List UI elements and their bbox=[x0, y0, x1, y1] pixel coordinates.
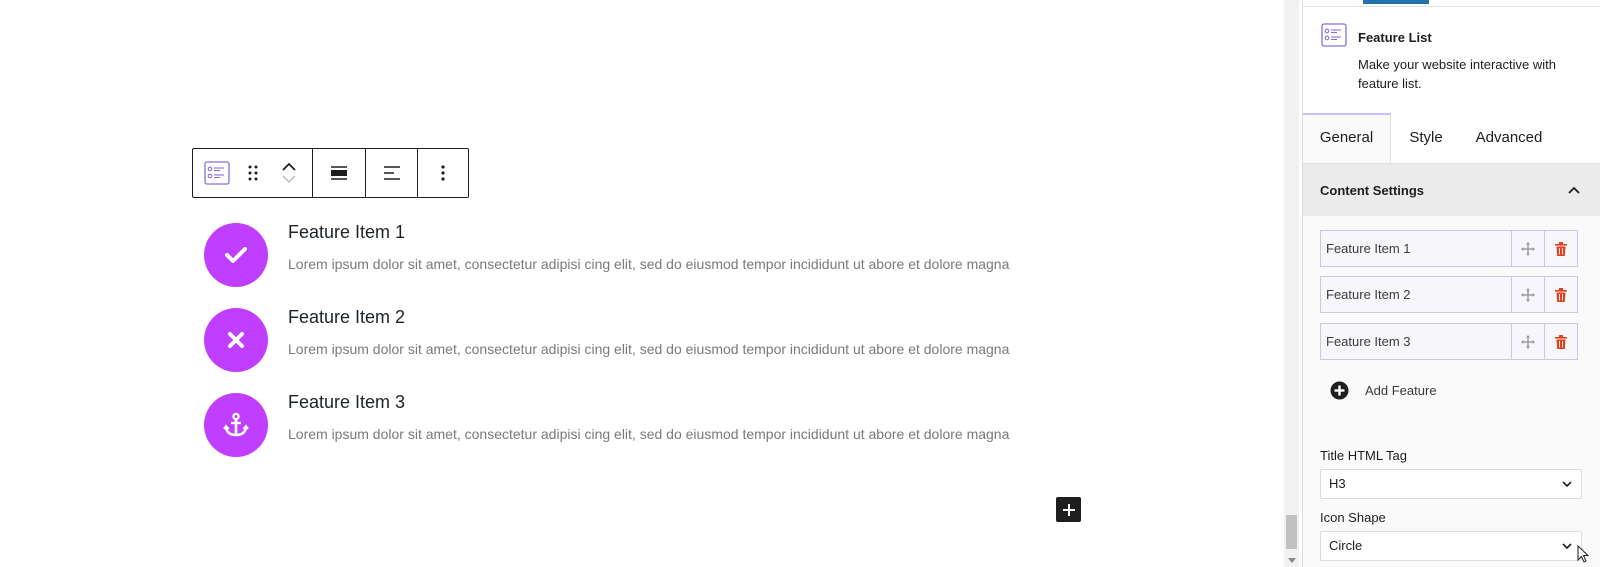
close-icon bbox=[228, 332, 244, 348]
feature-list-icon bbox=[204, 161, 230, 185]
block-align-button[interactable] bbox=[313, 149, 365, 197]
tab-advanced[interactable]: Advanced bbox=[1463, 113, 1555, 163]
feature-description: Lorem ipsum dolor sit amet, consectetur … bbox=[288, 341, 1010, 357]
repeater-item: Feature Item 2 bbox=[1320, 276, 1578, 313]
feature-item[interactable]: Feature Item 1 Lorem ipsum dolor sit ame… bbox=[204, 221, 1084, 291]
block-card-title: Feature List bbox=[1358, 30, 1432, 45]
feature-item[interactable]: Feature Item 2 Lorem ipsum dolor sit ame… bbox=[204, 306, 1084, 376]
repeater-item-label[interactable]: Feature Item 1 bbox=[1321, 231, 1511, 266]
chevron-down-icon bbox=[1562, 543, 1572, 550]
title-tag-label: Title HTML Tag bbox=[1320, 448, 1407, 463]
options-button[interactable] bbox=[418, 149, 468, 197]
feature-icon-circle bbox=[204, 393, 268, 457]
move-icon bbox=[1521, 287, 1535, 302]
repeater-delete-button[interactable] bbox=[1544, 324, 1577, 359]
mover bbox=[271, 149, 307, 197]
canvas-scrollbar[interactable] bbox=[1284, 0, 1299, 567]
repeater-move-button[interactable] bbox=[1511, 277, 1544, 312]
settings-tabs: General Style Advanced bbox=[1303, 113, 1600, 164]
toolbar-group-text-align bbox=[366, 149, 419, 197]
block-card-icon bbox=[1321, 23, 1347, 47]
block-type-button[interactable] bbox=[199, 149, 235, 197]
text-align-button[interactable] bbox=[366, 149, 418, 197]
drag-handle-button[interactable] bbox=[235, 149, 271, 197]
feature-title: Feature Item 1 bbox=[288, 222, 406, 242]
feature-icon-circle bbox=[204, 223, 268, 287]
title-tag-select[interactable]: H3 bbox=[1320, 469, 1582, 499]
repeater-move-button[interactable] bbox=[1511, 324, 1544, 359]
chevron-up-icon bbox=[1568, 186, 1580, 194]
align-left-icon bbox=[383, 166, 400, 180]
toolbar-group-block bbox=[193, 149, 314, 197]
drag-dots-icon bbox=[248, 165, 258, 181]
block-inserter-button[interactable] bbox=[1056, 497, 1081, 522]
scrollbar-thumb[interactable] bbox=[1286, 515, 1297, 549]
add-feature-button[interactable]: Add Feature bbox=[1330, 381, 1437, 400]
plus-icon bbox=[1062, 503, 1075, 516]
chevron-up-icon[interactable] bbox=[281, 161, 297, 173]
chevron-down-icon[interactable] bbox=[281, 173, 297, 185]
feature-title: Feature Item 2 bbox=[288, 307, 406, 327]
plus-circle-icon bbox=[1330, 381, 1349, 400]
feature-icon-circle bbox=[204, 308, 268, 372]
tab-general[interactable]: General bbox=[1303, 113, 1391, 163]
scroll-down-arrow[interactable] bbox=[1284, 553, 1299, 567]
feature-item[interactable]: Feature Item 3 Lorem ipsum dolor sit ame… bbox=[204, 391, 1084, 461]
move-icon bbox=[1521, 334, 1535, 349]
move-icon bbox=[1521, 241, 1535, 256]
block-toolbar bbox=[192, 148, 469, 198]
repeater-move-button[interactable] bbox=[1511, 231, 1544, 266]
align-full-width-icon bbox=[330, 166, 347, 180]
trash-icon bbox=[1555, 334, 1567, 349]
icon-shape-label: Icon Shape bbox=[1320, 510, 1386, 525]
icon-shape-select[interactable]: Circle bbox=[1320, 531, 1582, 561]
add-feature-label: Add Feature bbox=[1365, 383, 1437, 398]
repeater-item-label[interactable]: Feature Item 3 bbox=[1321, 324, 1511, 359]
check-icon bbox=[225, 247, 247, 263]
toolbar-group-options bbox=[418, 149, 468, 197]
settings-sidebar: Feature List Make your website interacti… bbox=[1302, 0, 1600, 567]
panel-title: Content Settings bbox=[1320, 182, 1424, 198]
title-tag-value: H3 bbox=[1329, 476, 1346, 491]
divider bbox=[1303, 6, 1600, 7]
toolbar-group-align bbox=[313, 149, 366, 197]
repeater-item-label[interactable]: Feature Item 2 bbox=[1321, 277, 1511, 312]
trash-icon bbox=[1555, 287, 1567, 302]
feature-description: Lorem ipsum dolor sit amet, consectetur … bbox=[288, 256, 1010, 272]
anchor-icon bbox=[223, 412, 249, 437]
feature-description: Lorem ipsum dolor sit amet, consectetur … bbox=[288, 426, 1010, 442]
repeater-item: Feature Item 1 bbox=[1320, 230, 1578, 267]
mouse-cursor-icon bbox=[1577, 545, 1589, 563]
editor-canvas: Feature Item 1 Lorem ipsum dolor sit ame… bbox=[0, 0, 1262, 567]
block-card-description: Make your website interactive with featu… bbox=[1358, 57, 1556, 91]
content-settings-body: Feature Item 1 Feature Item 2 Feature It… bbox=[1303, 216, 1600, 567]
content-settings-toggle[interactable]: Content Settings bbox=[1303, 164, 1600, 216]
icon-shape-value: Circle bbox=[1329, 538, 1363, 553]
repeater-delete-button[interactable] bbox=[1544, 231, 1577, 266]
repeater-delete-button[interactable] bbox=[1544, 277, 1577, 312]
more-vertical-icon bbox=[441, 165, 445, 181]
feature-title: Feature Item 3 bbox=[288, 392, 406, 412]
tab-style[interactable]: Style bbox=[1391, 113, 1461, 163]
chevron-down-icon bbox=[1562, 481, 1572, 488]
repeater-item: Feature Item 3 bbox=[1320, 323, 1578, 360]
triangle-down-icon bbox=[1287, 557, 1296, 563]
feature-list-icon bbox=[1321, 23, 1347, 47]
trash-icon bbox=[1555, 241, 1567, 256]
sidebar-tab-indicator bbox=[1363, 0, 1429, 4]
